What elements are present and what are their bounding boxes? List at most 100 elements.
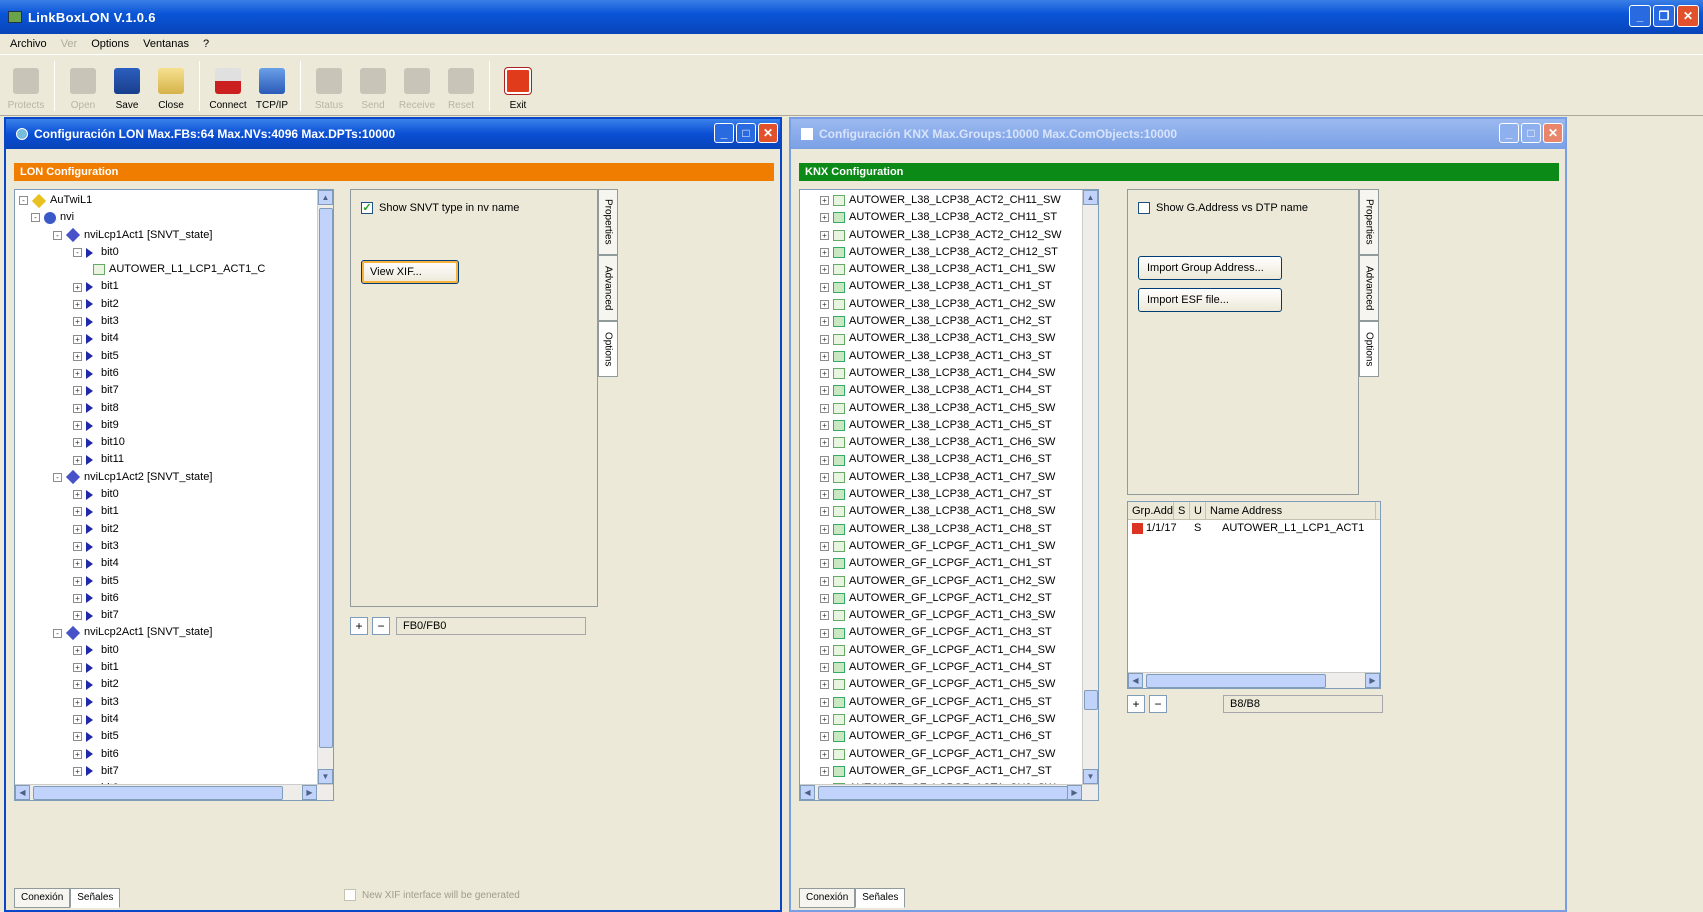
table-row[interactable]: 1/1/17 S AUTOWER_L1_LCP1_ACT1 (1128, 520, 1380, 537)
collapse-icon[interactable]: - (73, 248, 82, 258)
expand-icon[interactable]: + (820, 196, 829, 206)
scroll-left-arrow[interactable]: ◀ (1128, 673, 1143, 688)
tree-node-group[interactable]: + AUTOWER_GF_LCPGF_ACT1_CH7_ST (800, 763, 1098, 780)
grid-hscroll[interactable]: ◀ ▶ (1128, 672, 1380, 688)
expand-icon[interactable]: + (820, 369, 829, 379)
tree-node-group[interactable]: + AUTOWER_GF_LCPGF_ACT1_CH3_SW (800, 607, 1098, 624)
menu-archivo[interactable]: Archivo (10, 38, 47, 50)
expand-icon[interactable]: + (820, 351, 829, 361)
tree-node-group[interactable]: + AUTOWER_L38_LCP38_ACT1_CH6_SW (800, 434, 1098, 451)
knx-close-button[interactable]: ✕ (1543, 123, 1563, 143)
expand-icon[interactable]: + (820, 593, 829, 603)
tree-node-bit[interactable]: + bit6 (15, 365, 333, 382)
knx-tree-vscroll[interactable]: ▲ ▼ (1082, 190, 1098, 784)
scroll-right-arrow[interactable]: ▶ (1365, 673, 1380, 688)
tree-node-group[interactable]: + AUTOWER_L38_LCP38_ACT1_CH5_SW (800, 400, 1098, 417)
expand-icon[interactable]: + (820, 697, 829, 707)
expand-icon[interactable]: + (73, 732, 82, 742)
knx-minimize-button[interactable]: _ (1499, 123, 1519, 143)
expand-icon[interactable]: + (73, 593, 82, 603)
expand-icon[interactable]: + (73, 421, 82, 430)
minimize-button[interactable]: _ (1629, 5, 1651, 27)
scroll-thumb[interactable] (818, 786, 1068, 800)
send-button[interactable]: Send (351, 55, 395, 115)
scroll-left-arrow[interactable]: ◀ (800, 785, 815, 800)
tree-node-group[interactable]: + AUTOWER_L38_LCP38_ACT2_CH12_SW (800, 227, 1098, 244)
expand-icon[interactable]: + (73, 645, 82, 655)
tree-node-group[interactable]: + AUTOWER_GF_LCPGF_ACT1_CH6_SW (800, 711, 1098, 728)
scroll-thumb[interactable] (1084, 690, 1098, 710)
expand-icon[interactable]: + (820, 715, 829, 725)
tree-node-group[interactable]: + AUTOWER_GF_LCPGF_ACT1_CH7_SW (800, 746, 1098, 763)
expand-icon[interactable]: + (73, 766, 82, 776)
expand-icon[interactable]: + (73, 369, 82, 379)
expand-icon[interactable]: + (820, 334, 829, 344)
tree-node-root[interactable]: - AuTwiL1 (15, 192, 333, 209)
tab-conexion[interactable]: Conexión (14, 888, 71, 908)
tree-node-bit[interactable]: + bit1 (15, 659, 333, 676)
scroll-thumb[interactable] (1146, 674, 1326, 688)
tree-node-bit[interactable]: + bit1 (15, 503, 333, 520)
tree-node-group[interactable]: + AUTOWER_GF_LCPGF_ACT1_CH2_ST (800, 590, 1098, 607)
expand-icon[interactable]: + (73, 697, 82, 707)
tree-node-group[interactable]: + AUTOWER_GF_LCPGF_ACT1_CH5_SW (800, 676, 1098, 693)
expand-icon[interactable]: + (820, 403, 829, 413)
add-fb-button[interactable]: + (350, 617, 368, 635)
add-group-button[interactable]: + (1127, 695, 1145, 713)
tree-node-group[interactable]: + AUTOWER_GF_LCPGF_ACT1_CH4_SW (800, 642, 1098, 659)
open-button[interactable]: Open (61, 55, 105, 115)
expand-icon[interactable]: + (73, 334, 82, 344)
col-s[interactable]: S (1174, 502, 1190, 519)
expand-icon[interactable]: + (73, 317, 82, 327)
tab-properties[interactable]: Properties (598, 189, 618, 255)
tree-node-bit[interactable]: + bit8 (15, 400, 333, 417)
tree-node-bit[interactable]: + bit6 (15, 746, 333, 763)
close-button[interactable]: ✕ (1677, 5, 1699, 27)
remove-fb-button[interactable]: − (372, 617, 390, 635)
new-xif-checkbox[interactable]: New XIF interface will be generated (344, 889, 520, 901)
tree-node-bit[interactable]: + bit4 (15, 555, 333, 572)
reset-button[interactable]: Reset (439, 55, 483, 115)
tab-options[interactable]: Options (1359, 321, 1379, 377)
collapse-icon[interactable]: - (53, 230, 62, 240)
expand-icon[interactable]: + (820, 421, 829, 430)
menu-help[interactable]: ? (203, 38, 209, 50)
tree-node-bit[interactable]: + bit7 (15, 607, 333, 624)
tree-node-bit[interactable]: + bit5 (15, 728, 333, 745)
scroll-down-arrow[interactable]: ▼ (318, 769, 333, 784)
tree-node-bit[interactable]: + bit4 (15, 330, 333, 347)
expand-icon[interactable]: + (820, 507, 829, 517)
tree-node-bit[interactable]: + bit0 (15, 642, 333, 659)
scroll-down-arrow[interactable]: ▼ (1083, 769, 1098, 784)
expand-icon[interactable]: + (73, 576, 82, 586)
expand-icon[interactable]: + (73, 749, 82, 759)
tree-node-bit[interactable]: + bit2 (15, 676, 333, 693)
knx-tree[interactable]: + AUTOWER_L38_LCP38_ACT2_CH11_SW + AUTOWER_… (799, 189, 1099, 801)
tree-node-bit[interactable]: + bit0 (15, 486, 333, 503)
tree-node-bit[interactable]: + bit3 (15, 538, 333, 555)
expand-icon[interactable]: + (73, 524, 82, 534)
col-grp-add[interactable]: Grp.Add (1128, 502, 1174, 519)
tab-options[interactable]: Options (598, 321, 618, 377)
tree-node-group[interactable]: + AUTOWER_GF_LCPGF_ACT1_CH6_ST (800, 728, 1098, 745)
expand-icon[interactable]: + (73, 438, 82, 448)
scroll-right-arrow[interactable]: ▶ (302, 785, 317, 800)
import-esf-button[interactable]: Import ESF file... (1138, 288, 1282, 312)
tree-node-group[interactable]: + AUTOWER_L38_LCP38_ACT1_CH5_ST (800, 417, 1098, 434)
remove-group-button[interactable]: − (1149, 695, 1167, 713)
expand-icon[interactable]: + (820, 611, 829, 621)
tree-node-group[interactable]: + AUTOWER_GF_LCPGF_ACT1_CH4_ST (800, 659, 1098, 676)
col-name-address[interactable]: Name Address (1206, 502, 1376, 519)
tree-node-bit[interactable]: + bit9 (15, 417, 333, 434)
tree-node-group[interactable]: + AUTOWER_GF_LCPGF_ACT1_CH1_ST (800, 555, 1098, 572)
checkbox-unchecked[interactable] (1138, 202, 1150, 214)
lon-tree-vscroll[interactable]: ▲ ▼ (317, 190, 333, 784)
expand-icon[interactable]: + (820, 213, 829, 223)
exit-button[interactable]: Exit (496, 55, 540, 115)
expand-icon[interactable]: + (820, 490, 829, 500)
receive-button[interactable]: Receive (395, 55, 439, 115)
tree-node-group[interactable]: + AUTOWER_GF_LCPGF_ACT1_CH2_SW (800, 573, 1098, 590)
scroll-thumb[interactable] (319, 208, 333, 748)
lon-close-button[interactable]: ✕ (758, 123, 778, 143)
group-address-grid[interactable]: Grp.Add S U Name Address 1/1/17 S AUTOWE… (1127, 501, 1381, 689)
